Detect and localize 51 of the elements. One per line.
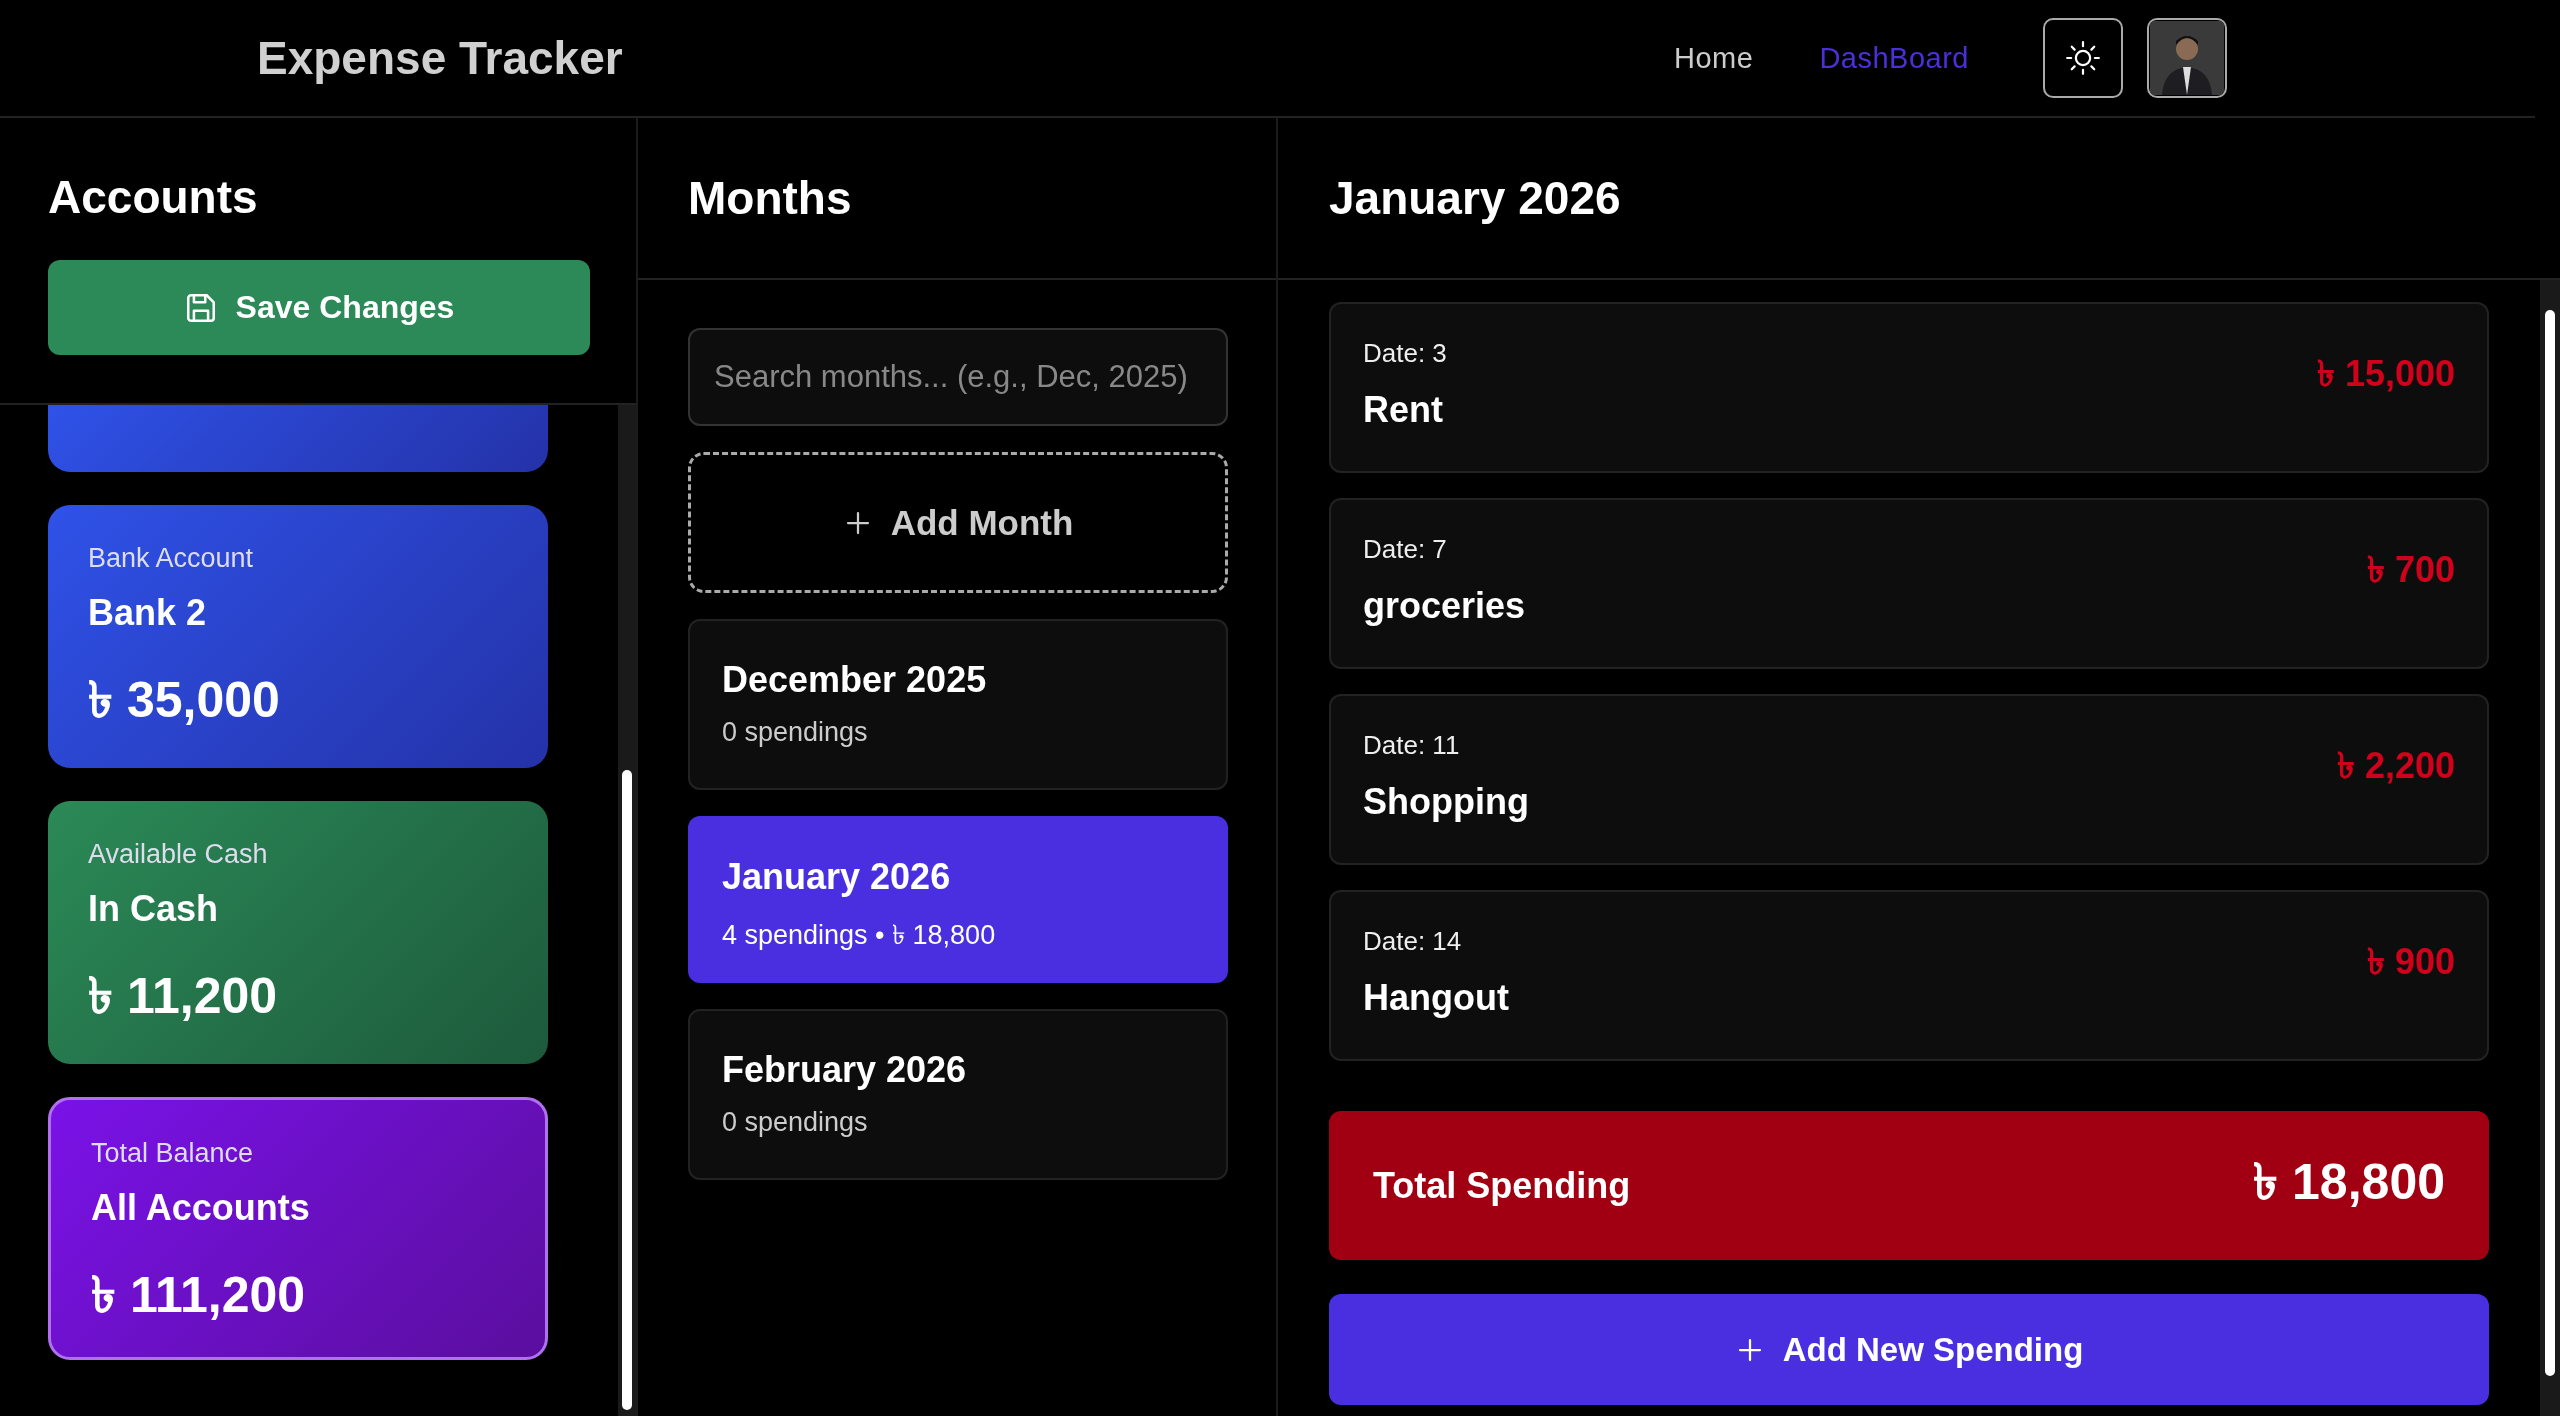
scrollbar-thumb[interactable] xyxy=(2545,310,2555,1376)
spending-date: Date: 7 xyxy=(1363,534,1448,565)
app-title: Expense Tracker xyxy=(257,31,623,85)
spending-name: Shopping xyxy=(1363,781,1529,823)
month-name: January 2026 xyxy=(722,856,952,898)
account-balance: ৳ 35,000 xyxy=(88,671,281,730)
scrollbar-thumb[interactable] xyxy=(622,770,632,1410)
account-type: Bank Account xyxy=(88,543,255,574)
search-field[interactable]: Search months... (e.g., Dec, 2025) xyxy=(688,328,1228,426)
spending-name: Hangout xyxy=(1363,977,1509,1019)
panel-title: January 2026 xyxy=(1329,171,1621,225)
month-summary: 4 spendings • ৳ 18,800 xyxy=(722,919,997,952)
total-label: Total Spending xyxy=(1373,1164,1631,1207)
spending-card[interactable]: Date: 14 Hangout ৳ 900 xyxy=(1329,890,2489,1061)
sun-icon xyxy=(2064,39,2102,77)
account-name: In Cash xyxy=(88,888,220,930)
month-item[interactable]: January 2026 4 spendings • ৳ 18,800 xyxy=(688,816,1228,983)
spending-card[interactable]: Date: 3 Rent ৳ 15,000 xyxy=(1329,302,2489,473)
nav-link[interactable]: Home xyxy=(1674,41,1754,75)
spending-date: Date: 3 xyxy=(1363,338,1447,369)
spending-date: Date: 11 xyxy=(1363,730,1461,761)
add-month-button[interactable]: Add Month xyxy=(688,452,1228,593)
spending-card[interactable]: Date: 11 Shopping ৳ 2,200 xyxy=(1329,694,2489,865)
save-button[interactable]: Save Changes xyxy=(48,260,590,355)
spending-amount: ৳ 700 xyxy=(2366,548,2455,592)
add-spending-button[interactable]: Add New Spending xyxy=(1329,1294,2489,1405)
account-type: Total Balance xyxy=(91,1138,255,1169)
month-name: December 2025 xyxy=(722,659,988,701)
spending-amount: ৳ 2,200 xyxy=(2336,744,2455,788)
avatar-icon xyxy=(2150,21,2224,95)
account-name: All Accounts xyxy=(91,1187,311,1229)
avatar-button[interactable] xyxy=(2147,18,2227,98)
month-summary: 0 spendings xyxy=(722,717,869,748)
spending-amount: ৳ 15,000 xyxy=(2316,352,2455,396)
total-amount: ৳ 18,800 xyxy=(2253,1153,2445,1212)
spending-name: groceries xyxy=(1363,585,1526,627)
month-item[interactable]: February 2026 0 spendings xyxy=(688,1009,1228,1180)
spending-amount: ৳ 900 xyxy=(2366,940,2455,984)
theme-toggle-button[interactable] xyxy=(2043,18,2123,98)
panel-title: Accounts xyxy=(48,170,259,224)
spending-card[interactable]: Date: 7 groceries ৳ 700 xyxy=(1329,498,2489,669)
month-item[interactable]: December 2025 0 spendings xyxy=(688,619,1228,790)
spending-date: Date: 14 xyxy=(1363,926,1463,957)
month-name: February 2026 xyxy=(722,1049,968,1091)
account-name: Bank 2 xyxy=(88,592,208,634)
account-balance: ৳ 11,200 xyxy=(88,967,279,1026)
panel-title: Months xyxy=(688,171,852,225)
account-balance: ৳ 111,200 xyxy=(91,1266,307,1325)
spending-name: Rent xyxy=(1363,389,1444,431)
account-type: Available Cash xyxy=(88,839,269,870)
month-summary: 0 spendings xyxy=(722,1107,869,1138)
